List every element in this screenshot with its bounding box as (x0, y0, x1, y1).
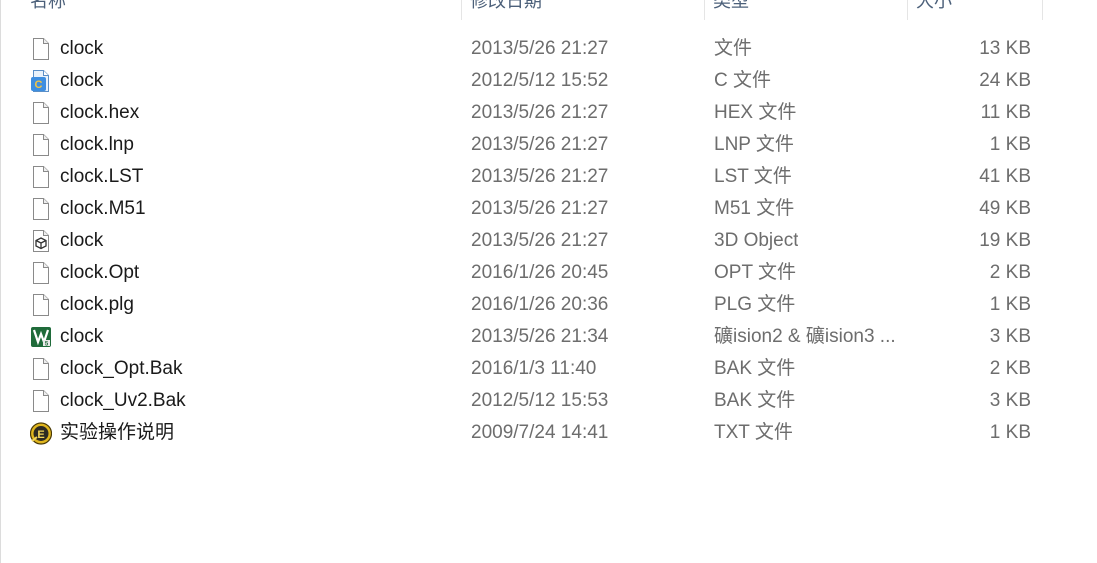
file-row[interactable]: clock.Opt 2016/1/26 20:45 OPT 文件 2 KB (0, 257, 1043, 289)
file-type: 礦ision2 & 礦ision3 ... (714, 326, 896, 347)
file-name: clock (60, 230, 104, 251)
file-type: C 文件 (714, 70, 772, 91)
file-size: 11 KB (980, 102, 1031, 123)
file-type: BAK 文件 (714, 390, 796, 411)
file-name: 实验操作说明 (60, 422, 175, 443)
file-type: LNP 文件 (714, 134, 794, 155)
file-row[interactable]: clock 2013/5/26 21:27 3D Object 19 KB (0, 225, 1043, 257)
file-row[interactable]: clock.lnp 2013/5/26 21:27 LNP 文件 1 KB (0, 129, 1043, 161)
generic-file-icon (30, 133, 52, 157)
c-source-file-icon: C (30, 69, 52, 93)
generic-file-icon (30, 389, 52, 413)
file-name: clock.M51 (60, 198, 146, 219)
file-modified-date: 2013/5/26 21:27 (471, 166, 609, 187)
file-size: 3 KB (989, 390, 1031, 411)
generic-file-icon (30, 197, 52, 221)
column-header-size-label: 大小 (916, 0, 952, 11)
file-modified-date: 2016/1/26 20:36 (471, 294, 609, 315)
file-type: 文件 (714, 38, 753, 59)
file-modified-date: 2013/5/26 21:34 (471, 326, 609, 347)
file-modified-date: 2009/7/24 14:41 (471, 422, 609, 443)
generic-file-icon (30, 101, 52, 125)
file-modified-date: 2013/5/26 21:27 (471, 134, 609, 155)
file-modified-date: 2016/1/26 20:45 (471, 262, 609, 283)
file-type: M51 文件 (714, 198, 795, 219)
generic-file-icon (30, 293, 52, 317)
file-size: 2 KB (989, 262, 1031, 283)
svg-text:E: E (37, 429, 44, 441)
file-name: clock (60, 326, 104, 347)
file-row[interactable]: clock_Uv2.Bak 2012/5/12 15:53 BAK 文件 3 KB (0, 385, 1043, 417)
svg-text:C: C (35, 79, 43, 91)
file-type: LST 文件 (714, 166, 792, 187)
file-size: 24 KB (979, 70, 1031, 91)
file-row[interactable]: clock.M51 2013/5/26 21:27 M51 文件 49 KB (0, 193, 1043, 225)
file-size: 13 KB (979, 38, 1031, 59)
file-modified-date: 2016/1/3 11:40 (471, 358, 597, 379)
file-type: BAK 文件 (714, 358, 796, 379)
file-type: TXT 文件 (714, 422, 793, 443)
column-header-size[interactable]: 大小 (908, 0, 1043, 20)
column-divider[interactable] (1042, 0, 1043, 20)
file-size: 1 KB (989, 294, 1031, 315)
file-row[interactable]: clock.LST 2013/5/26 21:27 LST 文件 41 KB (0, 161, 1043, 193)
file-name: clock.LST (60, 166, 144, 187)
file-row[interactable]: clock_Opt.Bak 2016/1/3 11:40 BAK 文件 2 KB (0, 353, 1043, 385)
column-header-name-label: 名称 (30, 0, 66, 11)
file-size: 1 KB (989, 134, 1031, 155)
file-name: clock (60, 70, 104, 91)
file-size: 49 KB (979, 198, 1031, 219)
file-row[interactable]: clock.hex 2013/5/26 21:27 HEX 文件 11 KB (0, 97, 1043, 129)
file-type: PLG 文件 (714, 294, 796, 315)
file-modified-date: 2013/5/26 21:27 (471, 198, 609, 219)
file-size: 19 KB (979, 230, 1031, 251)
file-list: clock 2013/5/26 21:27 文件 13 KB Cclock 2012/5/… (0, 33, 1043, 449)
file-modified-date: 2013/5/26 21:27 (471, 102, 609, 123)
column-header-type-label: 类型 (713, 0, 749, 11)
column-header-name[interactable]: 名称 (22, 0, 462, 20)
generic-file-icon (30, 37, 52, 61)
file-modified-date: 2012/5/12 15:53 (471, 390, 609, 411)
file-type: HEX 文件 (714, 102, 797, 123)
file-name: clock.plg (60, 294, 134, 315)
column-header-date-label: 修改日期 (470, 0, 542, 11)
generic-file-icon (30, 357, 52, 381)
file-row[interactable]: clock 2013/5/26 21:27 文件 13 KB (0, 33, 1043, 65)
file-name: clock.hex (60, 102, 140, 123)
generic-file-icon (30, 261, 52, 285)
file-row[interactable]: Cclock 2012/5/12 15:52 C 文件 24 KB (0, 65, 1043, 97)
file-size: 3 KB (989, 326, 1031, 347)
keil-uvision-project-icon: 5 (30, 325, 52, 349)
file-modified-date: 2012/5/12 15:52 (471, 70, 609, 91)
file-row[interactable]: clock.plg 2016/1/26 20:36 PLG 文件 1 KB (0, 289, 1043, 321)
file-name: clock.Opt (60, 262, 140, 283)
file-row[interactable]: E 实验操作说明 2009/7/24 14:41 TXT 文件 1 KB (0, 417, 1043, 449)
3d-object-file-icon (30, 229, 52, 253)
file-name: clock (60, 38, 104, 59)
file-size: 1 KB (989, 422, 1031, 443)
generic-file-icon (30, 165, 52, 189)
file-size: 2 KB (989, 358, 1031, 379)
file-type: 3D Object (714, 230, 799, 251)
column-header-date[interactable]: 修改日期 (462, 0, 705, 20)
file-type: OPT 文件 (714, 262, 796, 283)
text-editor-file-icon: E (29, 421, 53, 445)
file-row[interactable]: 5 clock 2013/5/26 21:34 礦ision2 & 礦ision3 .… (0, 321, 1043, 353)
file-name: clock_Uv2.Bak (60, 390, 186, 411)
column-header-row: 名称 修改日期 类型 大小 (0, 0, 1043, 20)
file-name: clock.lnp (60, 134, 134, 155)
file-modified-date: 2013/5/26 21:27 (471, 230, 609, 251)
file-name: clock_Opt.Bak (60, 358, 183, 379)
file-size: 41 KB (979, 166, 1031, 187)
file-modified-date: 2013/5/26 21:27 (471, 38, 609, 59)
column-header-type[interactable]: 类型 (705, 0, 908, 20)
